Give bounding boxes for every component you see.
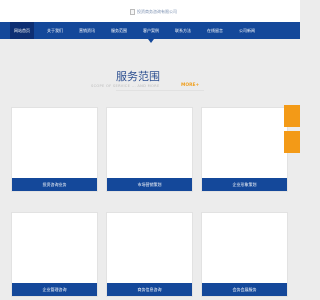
section-subtitle: SCOPE OF SERVICE ... AND MORE <box>91 84 160 88</box>
service-card-label: 投资咨询业务 <box>12 178 97 191</box>
nav-item-about[interactable]: 关于我们 <box>45 22 65 39</box>
service-card[interactable]: 企业形象策划 <box>201 107 288 192</box>
site-logo[interactable]: 投资商务咨询有限公司 <box>130 7 177 17</box>
more-link[interactable]: MORE+ <box>181 83 199 88</box>
side-float-tab[interactable] <box>284 131 300 153</box>
logo-alt-text: 投资商务咨询有限公司 <box>137 9 177 14</box>
section-title: 服务范围 <box>116 70 160 83</box>
service-card-label: 会务会展服务 <box>202 283 287 296</box>
service-card-label: 商务信息咨询 <box>107 283 192 296</box>
section-divider <box>116 90 204 91</box>
nav-item-company-news[interactable]: 公司新闻 <box>237 22 257 39</box>
nav-caret-icon <box>148 39 154 43</box>
side-float-tab[interactable] <box>284 105 300 127</box>
service-card[interactable]: 会务会展服务 <box>201 212 288 297</box>
service-card[interactable]: 企业管理咨询 <box>11 212 98 297</box>
service-card-label: 市场营销策划 <box>107 178 192 191</box>
nav-item-guestbook[interactable]: 在线留言 <box>205 22 225 39</box>
nav-item-services[interactable]: 服务范围 <box>109 22 129 39</box>
service-card[interactable]: 投资咨询业务 <box>11 107 98 192</box>
service-card-label: 企业形象策划 <box>202 178 287 191</box>
nav-item-cases[interactable]: 客户案例 <box>141 22 161 39</box>
nav-item-marketing-news[interactable]: 营销资讯 <box>77 22 97 39</box>
site-header: 投资商务咨询有限公司 <box>0 0 300 22</box>
nav-item-home[interactable]: 网站首页 <box>10 22 34 39</box>
main-nav: 网站首页 关于我们 营销资讯 服务范围 客户案例 联系方法 在线留言 公司新闻 <box>0 22 300 39</box>
service-card[interactable]: 市场营销策划 <box>106 107 193 192</box>
nav-item-contact[interactable]: 联系方法 <box>173 22 193 39</box>
service-card-label: 企业管理咨询 <box>12 283 97 296</box>
broken-image-icon <box>130 9 135 15</box>
service-card[interactable]: 商务信息咨询 <box>106 212 193 297</box>
